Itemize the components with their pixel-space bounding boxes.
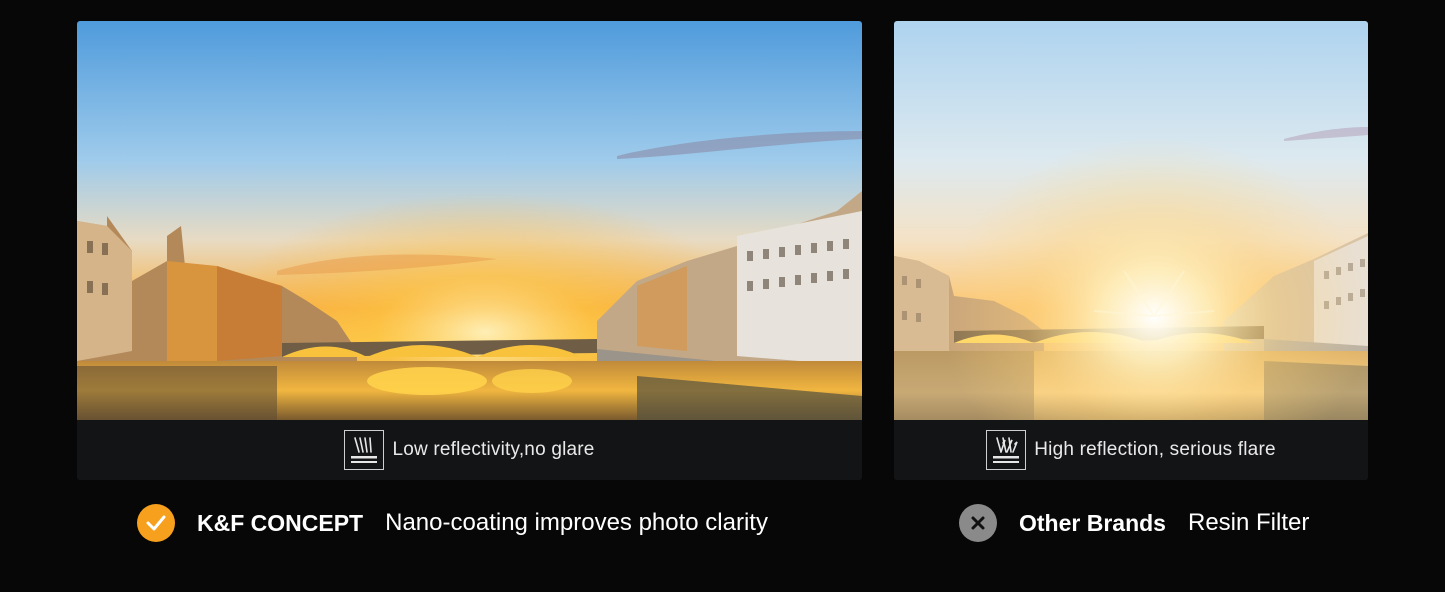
- caption-text: High reflection, serious flare: [1034, 439, 1276, 460]
- brand-name: K&F CONCEPT: [197, 509, 364, 536]
- brand-name: Other Brands: [1019, 509, 1166, 536]
- comparison-card-other: High reflection, serious flare: [894, 21, 1368, 480]
- caption-bar: Low reflectivity,no glare: [77, 420, 862, 480]
- high-reflection-icon: [986, 430, 1027, 470]
- cross-icon: [959, 504, 997, 542]
- caption-text: Low reflectivity,no glare: [392, 439, 595, 460]
- caption-bar: High reflection, serious flare: [894, 420, 1368, 480]
- brand-description: Resin Filter: [1187, 509, 1310, 536]
- photo-low-glare: [77, 21, 862, 420]
- low-reflection-icon: [344, 430, 385, 470]
- kf-concept-row: K&F CONCEPT Nano-coating improves photo …: [137, 500, 768, 546]
- brand-description: Nano-coating improves photo clarity: [385, 509, 768, 536]
- photo-high-flare: [894, 21, 1368, 420]
- other-brands-row: Other Brands Resin Filter: [959, 500, 1309, 546]
- check-icon: [137, 504, 175, 542]
- comparison-card-kf: Low reflectivity,no glare: [77, 21, 862, 480]
